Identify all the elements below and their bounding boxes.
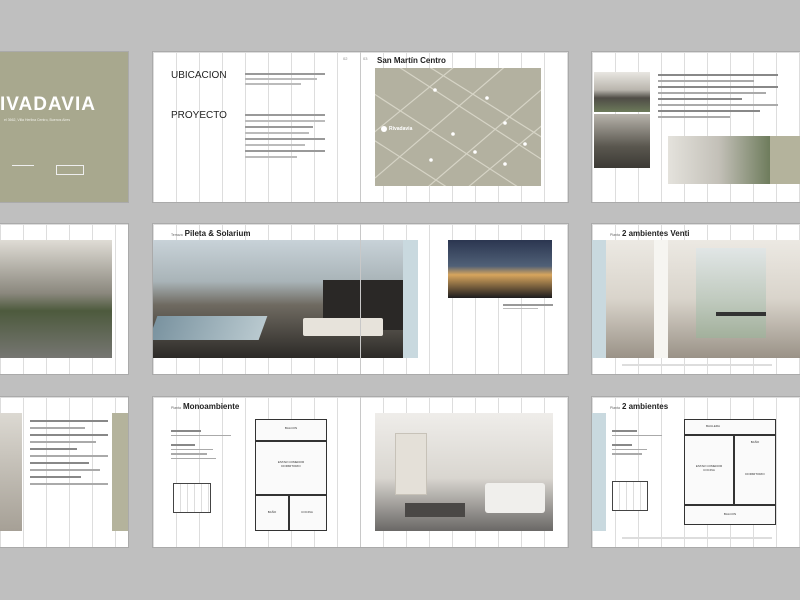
monoambiente-spread[interactable]: Planta Monoambiente BALCON ESTAR COMEDOR … bbox=[153, 397, 568, 547]
cover-logo-left bbox=[12, 165, 34, 174]
cover-title: IVADAVIA bbox=[0, 94, 96, 115]
amenities-spread[interactable]: Terraza Pileta & Solarium bbox=[153, 224, 568, 374]
dos-room-baulera: BAULERA bbox=[705, 424, 720, 428]
facade-spread[interactable] bbox=[592, 52, 800, 202]
venti-heading: Planta 2 ambientes Venti bbox=[610, 229, 690, 238]
ubicacion-spread[interactable]: UBICACION PROYECTO 02 03 San Martín Cent… bbox=[153, 52, 568, 202]
dos-ambientes-spread[interactable]: Planta 2 ambientes BAULERA BAÑO ESTAR COM… bbox=[592, 397, 800, 547]
features-accent-block bbox=[112, 413, 128, 531]
amenities-heading: Terraza Pileta & Solarium bbox=[171, 229, 251, 238]
mono-heading: Planta Monoambiente bbox=[171, 402, 240, 411]
facade-photo-right bbox=[668, 136, 770, 184]
amenities-pool-photo bbox=[153, 240, 403, 358]
map-title: San Martín Centro bbox=[377, 56, 446, 65]
venti-accent-block bbox=[592, 240, 606, 358]
page-number-right: 03 bbox=[363, 56, 368, 61]
dos-room-estar: ESTAR COMEDOR COCINA bbox=[695, 464, 723, 472]
features-spread[interactable] bbox=[0, 397, 128, 547]
cover-sheet[interactable]: IVADAVIA el 3662, Villa Herlina Centro, … bbox=[0, 52, 128, 202]
cover-logo-right bbox=[56, 165, 84, 175]
map-pin-icon bbox=[381, 126, 387, 132]
amenities-caption bbox=[503, 302, 553, 311]
dos-key-plan bbox=[612, 481, 648, 511]
dos-room-bano: BAÑO bbox=[750, 440, 760, 444]
venti-interior-photo bbox=[606, 240, 800, 358]
proyecto-text-block bbox=[245, 110, 325, 162]
location-map[interactable]: Rivadavia bbox=[375, 68, 541, 186]
dos-specs bbox=[612, 427, 662, 458]
exterior-spread[interactable] bbox=[0, 224, 128, 374]
mono-interior-photo bbox=[375, 413, 553, 531]
dos-footer bbox=[622, 537, 772, 539]
amenities-night-photo bbox=[448, 240, 552, 298]
venti-footer bbox=[622, 364, 772, 366]
heading-ubicacion: UBICACION bbox=[171, 70, 227, 81]
dos-accent-block bbox=[592, 413, 606, 531]
facade-photo-top bbox=[594, 72, 650, 112]
mono-specs bbox=[171, 427, 231, 462]
amenities-accent-block bbox=[403, 240, 418, 358]
mono-room-balcon: BALCON bbox=[284, 426, 298, 430]
page-number-left: 02 bbox=[343, 56, 348, 61]
features-text bbox=[30, 415, 108, 490]
mono-floor-plan: BALCON ESTAR COMEDOR DORMITORIO BAÑO COC… bbox=[255, 419, 327, 531]
dos-room-balcon: BALCON bbox=[723, 512, 737, 516]
mono-room-cocina: COCINA bbox=[301, 510, 313, 514]
cover-subtitle: el 3662, Villa Herlina Centro, Buenos Ai… bbox=[4, 118, 71, 122]
mono-room-estar: ESTAR COMEDOR DORMITORIO bbox=[277, 460, 305, 468]
mono-key-plan bbox=[173, 483, 211, 513]
facade-text bbox=[658, 70, 778, 122]
dos-floor-plan: BAULERA BAÑO ESTAR COMEDOR COCINA DORMIT… bbox=[684, 419, 776, 525]
mono-room-bano: BAÑO bbox=[267, 510, 277, 514]
ubicacion-text-block bbox=[245, 70, 325, 88]
dos-heading: Planta 2 ambientes bbox=[610, 402, 669, 411]
facade-accent-block bbox=[770, 136, 800, 184]
exterior-photo bbox=[0, 240, 112, 358]
features-interior-photo bbox=[0, 413, 22, 531]
dos-room-dormitorio: DORMITORIO bbox=[745, 472, 765, 476]
heading-proyecto: PROYECTO bbox=[171, 110, 227, 121]
facade-photo-bottom bbox=[594, 114, 650, 168]
map-brand-label: Rivadavia bbox=[389, 126, 413, 132]
venti-spread[interactable]: Planta 2 ambientes Venti bbox=[592, 224, 800, 374]
